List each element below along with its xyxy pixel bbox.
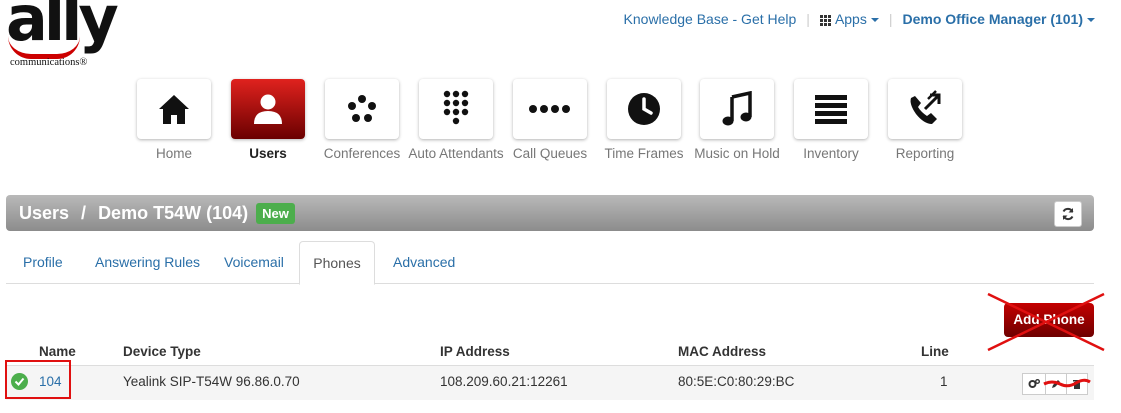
status-badge: New bbox=[256, 202, 295, 224]
logo-subtitle: communications® bbox=[10, 57, 88, 68]
trash-icon bbox=[1073, 379, 1081, 389]
tab-profile[interactable]: Profile bbox=[23, 241, 63, 283]
phone-name-link[interactable]: 104 bbox=[39, 374, 62, 389]
house-icon bbox=[159, 95, 189, 124]
divider: | bbox=[888, 11, 893, 27]
nav-reporting[interactable]: Reporting bbox=[888, 79, 962, 161]
delete-button[interactable] bbox=[1066, 373, 1088, 395]
caret-down-icon bbox=[870, 18, 879, 23]
ip-address-cell: 108.209.60.21:12261 bbox=[440, 374, 568, 389]
mac-address-cell: 80:5E:C0:80:29:BC bbox=[678, 374, 795, 389]
divider: | bbox=[806, 11, 810, 27]
device-type-cell: Yealink SIP-T54W 96.86.0.70 bbox=[123, 374, 300, 389]
tab-answering-rules[interactable]: Answering Rules bbox=[95, 241, 200, 283]
list-icon bbox=[815, 95, 847, 124]
tab-voicemail[interactable]: Voicemail bbox=[224, 241, 284, 283]
clock-icon bbox=[628, 93, 660, 125]
nav-call-queues[interactable]: Call Queues bbox=[513, 79, 587, 161]
column-header-device-type[interactable]: Device Type bbox=[123, 344, 201, 359]
column-header-ip-address[interactable]: IP Address bbox=[440, 344, 510, 359]
nav-home[interactable]: Home bbox=[137, 79, 211, 161]
conference-dots-icon bbox=[348, 95, 376, 122]
gears-icon bbox=[1028, 379, 1040, 388]
column-header-line[interactable]: Line bbox=[921, 344, 949, 359]
page-title: Demo T54W (104) bbox=[98, 202, 249, 223]
tab-phones[interactable]: Phones bbox=[299, 241, 375, 285]
user-tabs: Profile Answering Rules Voicemail Phones… bbox=[6, 241, 1094, 285]
add-phone-button[interactable]: Add Phone bbox=[1004, 303, 1094, 337]
caret-down-icon bbox=[1087, 18, 1095, 23]
help-link[interactable]: Knowledge Base - Get Help bbox=[624, 11, 797, 27]
configure-button[interactable] bbox=[1022, 373, 1046, 395]
refresh-button[interactable] bbox=[1054, 201, 1082, 227]
nav-music-on-hold[interactable]: Music on Hold bbox=[694, 79, 780, 161]
check-circle-icon bbox=[11, 373, 28, 390]
pencil-icon bbox=[1052, 380, 1060, 388]
user-menu[interactable]: Demo Office Manager (101) bbox=[903, 11, 1095, 27]
music-note-icon bbox=[722, 91, 752, 126]
breadcrumb-separator: / bbox=[81, 202, 87, 223]
top-links: Knowledge Base - Get Help | Apps | Demo … bbox=[624, 11, 1095, 27]
grid-icon bbox=[819, 14, 831, 26]
logo-wordmark: ally bbox=[6, 0, 119, 55]
nav-inventory[interactable]: Inventory bbox=[794, 79, 868, 161]
nav-users[interactable]: Users bbox=[231, 79, 305, 161]
tab-advanced[interactable]: Advanced bbox=[393, 241, 455, 283]
column-header-mac-address[interactable]: MAC Address bbox=[678, 344, 766, 359]
edit-button[interactable] bbox=[1045, 373, 1067, 395]
page-title-bar: Users / Demo T54W (104) New bbox=[6, 195, 1094, 231]
apps-menu[interactable]: Apps bbox=[819, 11, 879, 27]
nav-conferences[interactable]: Conferences bbox=[324, 79, 400, 161]
nav-auto-attendants[interactable]: Auto Attendants bbox=[408, 79, 504, 161]
breadcrumb-users[interactable]: Users bbox=[19, 203, 69, 224]
user-icon bbox=[254, 94, 282, 124]
keypad-icon bbox=[443, 90, 469, 125]
line-cell: 1 bbox=[940, 374, 948, 389]
phone-arrows-icon bbox=[910, 90, 941, 124]
queue-dots-icon bbox=[529, 105, 570, 113]
ally-logo: ally communications® bbox=[4, 0, 134, 72]
refresh-icon bbox=[1062, 207, 1074, 221]
nav-time-frames[interactable]: Time Frames bbox=[604, 79, 684, 161]
column-header-name[interactable]: Name bbox=[39, 344, 76, 359]
